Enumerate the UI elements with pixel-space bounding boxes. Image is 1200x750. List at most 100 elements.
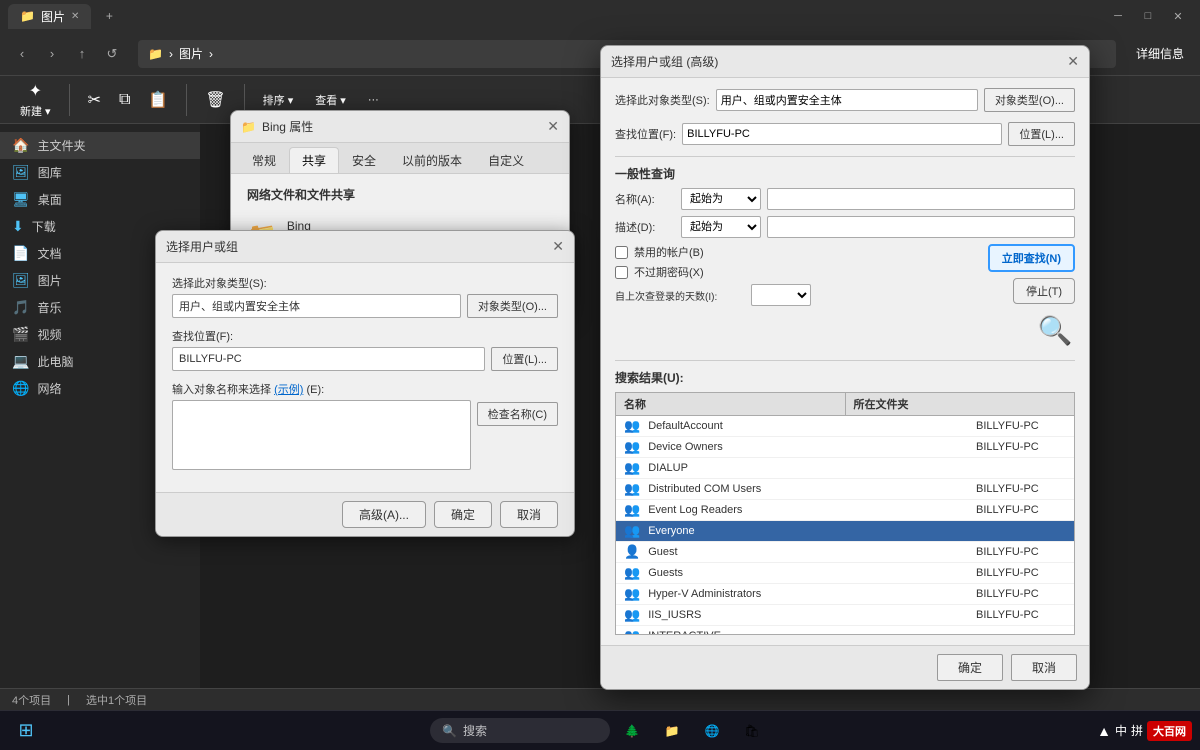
adv-location-btn[interactable]: 位置(L)... (1008, 122, 1075, 146)
status-bar: 4个项目 | 选中1个项目 (0, 688, 1200, 710)
adv-name-input[interactable] (767, 188, 1075, 210)
active-tab[interactable]: 📁 图片 ✕ (8, 4, 91, 29)
forward-btn[interactable]: › (38, 40, 66, 68)
advanced-ok-btn[interactable]: 确定 (937, 654, 1003, 681)
adv-obj-type-btn[interactable]: 对象类型(O)... (984, 88, 1075, 112)
adv-results-list[interactable]: 👥 DefaultAccount BILLYFU-PC 👥 Device Own… (615, 415, 1075, 635)
taskbar-store-btn[interactable]: 🛍 (734, 713, 770, 749)
adv-results-label: 搜索结果(U): (615, 369, 1075, 386)
adv-name-filter[interactable]: 起始为 (681, 188, 761, 210)
minimize-btn[interactable]: ─ (1104, 2, 1132, 30)
copy-btn[interactable]: ⧉ (111, 87, 138, 113)
view-btn[interactable]: 查看 ▾ (307, 88, 354, 112)
ime-pinyin[interactable]: 拼 (1131, 722, 1143, 739)
advanced-close[interactable]: ✕ (1067, 53, 1079, 70)
stop-btn[interactable]: 停止(T) (1013, 278, 1075, 304)
select-user-cancel-btn[interactable]: 取消 (500, 501, 558, 528)
store-icon: 🛍 (744, 724, 759, 738)
network-icon: 🌐 (12, 380, 29, 397)
result-everyone[interactable]: 👥 Everyone (616, 521, 1074, 542)
adv-location-label: 查找位置(F): (615, 126, 676, 142)
adv-days-select[interactable] (751, 284, 811, 306)
result-name: Event Log Readers (648, 504, 968, 516)
up-btn[interactable]: ↑ (68, 40, 96, 68)
bing-properties-titlebar[interactable]: 📁 Bing 属性 ✕ (231, 111, 569, 143)
tab-general[interactable]: 常规 (239, 147, 289, 173)
obj-type-btn[interactable]: 对象类型(O)... (467, 294, 558, 318)
obj-type-input[interactable] (172, 294, 461, 318)
tab-security[interactable]: 安全 (339, 147, 389, 173)
tab-close-btn[interactable]: ✕ (71, 11, 79, 22)
adv-results-header: 名称 所在文件夹 (615, 392, 1075, 415)
location-btn[interactable]: 位置(L)... (491, 347, 558, 371)
start-btn[interactable]: ⊞ (8, 713, 44, 749)
adv-days-row: 自上次查登录的天数(I): (615, 284, 980, 306)
result-icon: 👥 (624, 481, 640, 497)
result-hypervadmins[interactable]: 👥 Hyper-V Administrators BILLYFU-PC (616, 584, 1074, 605)
result-guest[interactable]: 👤 Guest BILLYFU-PC (616, 542, 1074, 563)
advanced-cancel-btn[interactable]: 取消 (1011, 654, 1077, 681)
result-eventlogreaders[interactable]: 👥 Event Log Readers BILLYFU-PC (616, 500, 1074, 521)
thispc-icon: 💻 (12, 353, 29, 370)
maximize-btn[interactable]: □ (1134, 2, 1162, 30)
result-guests[interactable]: 👥 Guests BILLYFU-PC (616, 563, 1074, 584)
more-btn[interactable]: ··· (360, 90, 387, 110)
tray-icons[interactable]: ▲ (1097, 723, 1111, 739)
details-btn[interactable]: 详细信息 (1128, 41, 1192, 66)
close-btn[interactable]: ✕ (1164, 2, 1192, 30)
search-now-btn[interactable]: 立即查找(N) (988, 244, 1075, 272)
adv-desc-row: 描述(D): 起始为 (615, 216, 1075, 238)
adv-obj-type-input[interactable] (716, 89, 978, 111)
tab-title: 图片 (41, 8, 65, 25)
adv-location-input[interactable] (682, 123, 1002, 145)
disabled-accounts-checkbox[interactable] (615, 246, 628, 259)
sidebar-label-music: 音乐 (37, 299, 61, 316)
result-defaultaccount[interactable]: 👥 DefaultAccount BILLYFU-PC (616, 416, 1074, 437)
result-iisiusrs[interactable]: 👥 IIS_IUSRS BILLYFU-PC (616, 605, 1074, 626)
result-interactive[interactable]: 👥 INTERACTIVE (616, 626, 1074, 635)
no-expire-label: 不过期密码(X) (634, 264, 704, 280)
name-textarea[interactable] (172, 400, 471, 470)
tab-sharing[interactable]: 共享 (289, 147, 339, 173)
select-user-titlebar[interactable]: 选择用户或组 ✕ (156, 231, 574, 263)
cut-btn[interactable]: ✂ (80, 86, 109, 114)
taskbar-search[interactable]: 🔍 搜索 (430, 718, 610, 743)
sort-btn[interactable]: 排序 ▾ (255, 88, 302, 112)
check-name-btn[interactable]: 检查名称(C) (477, 402, 558, 426)
taskbar-file-btn[interactable]: 📁 (654, 713, 690, 749)
result-location: BILLYFU-PC (976, 588, 1066, 600)
bing-properties-close[interactable]: ✕ (547, 118, 559, 135)
taskbar-edge-btn[interactable]: 🌐 (694, 713, 730, 749)
paste-btn[interactable]: 📋 (140, 86, 176, 114)
back-btn[interactable]: ‹ (8, 40, 36, 68)
taskbar-explorer-btn[interactable]: 🌲 (614, 713, 650, 749)
advanced-titlebar[interactable]: 选择用户或组 (高级) ✕ (601, 46, 1089, 78)
item-count: 4个项目 (12, 692, 51, 708)
result-dialup[interactable]: 👥 DIALUP (616, 458, 1074, 479)
location-input[interactable] (172, 347, 485, 371)
ime-zh[interactable]: 中 (1115, 722, 1127, 739)
delete-btn[interactable]: 🗑 (197, 86, 233, 114)
example-link[interactable]: (示例) (274, 384, 303, 396)
sidebar-item-gallery[interactable]: 🖼 图库 (0, 159, 200, 186)
select-user-close[interactable]: ✕ (552, 238, 564, 255)
result-distributedcomusers[interactable]: 👥 Distributed COM Users BILLYFU-PC (616, 479, 1074, 500)
videos-icon: 🎬 (12, 326, 29, 343)
new-btn[interactable]: ✦ 新建 ▾ (12, 77, 59, 123)
result-location: BILLYFU-PC (976, 441, 1066, 453)
select-user-ok-btn[interactable]: 确定 (434, 501, 492, 528)
new-tab-btn[interactable]: + (95, 2, 123, 30)
result-location: BILLYFU-PC (976, 567, 1066, 579)
no-expire-checkbox[interactable] (615, 266, 628, 279)
tab-previous-versions[interactable]: 以前的版本 (389, 147, 475, 173)
tab-custom[interactable]: 自定义 (475, 147, 537, 173)
refresh-btn[interactable]: ↺ (98, 40, 126, 68)
search-buttons: 立即查找(N) 停止(T) 🔍 (988, 244, 1075, 350)
sidebar-item-home[interactable]: 🏠 主文件夹 (0, 132, 200, 159)
adv-desc-filter[interactable]: 起始为 (681, 216, 761, 238)
sidebar-item-desktop[interactable]: 🖥 桌面 (0, 186, 200, 213)
adv-desc-input[interactable] (767, 216, 1075, 238)
new-label: 新建 ▾ (20, 103, 51, 119)
advanced-btn[interactable]: 高级(A)... (342, 501, 426, 528)
result-deviceowners[interactable]: 👥 Device Owners BILLYFU-PC (616, 437, 1074, 458)
